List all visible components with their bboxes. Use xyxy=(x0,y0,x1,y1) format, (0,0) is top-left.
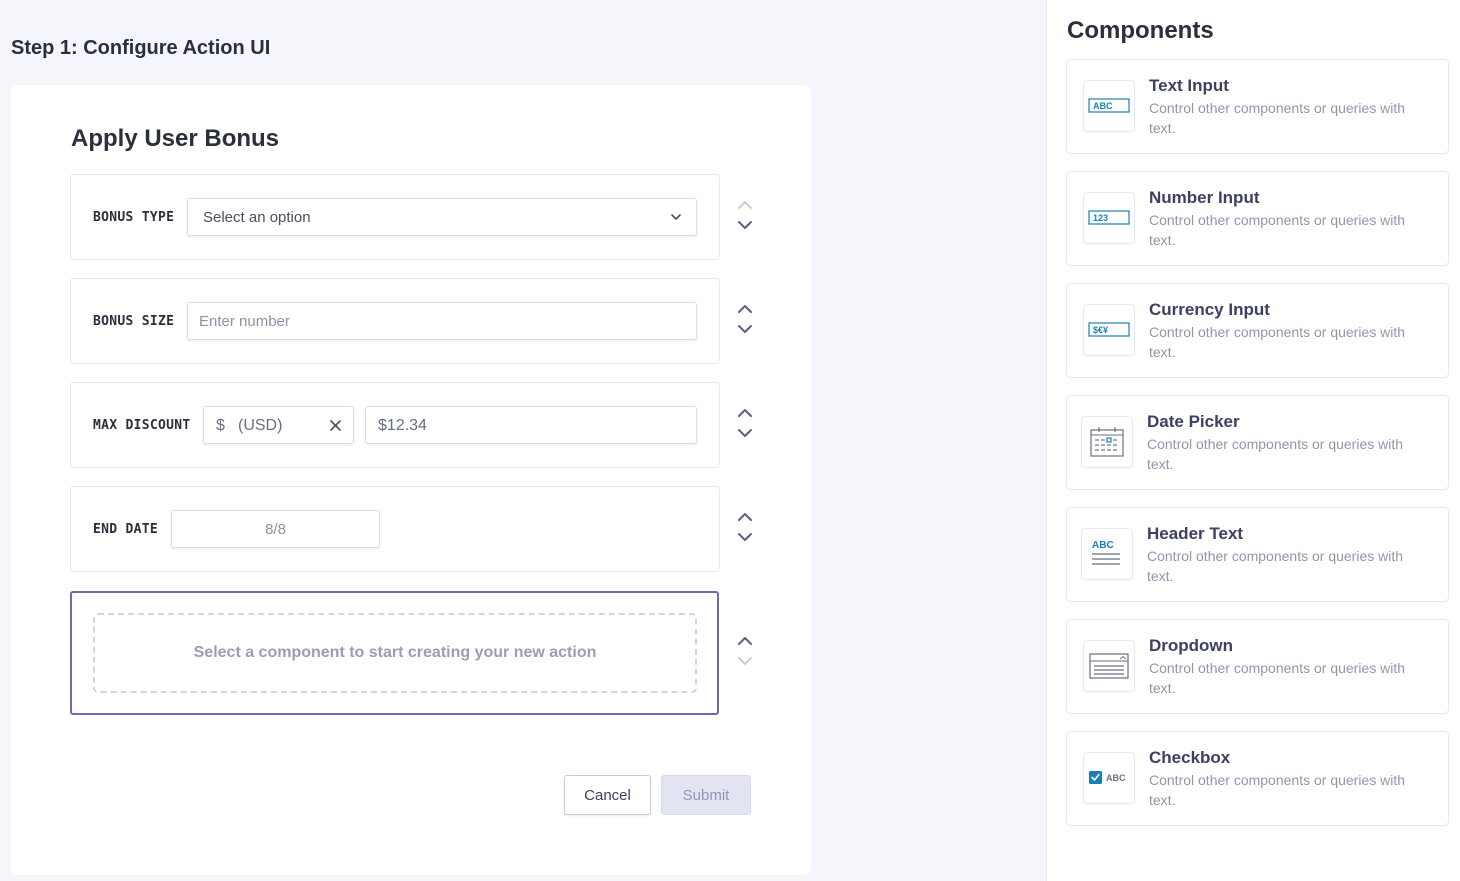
header-text-icon: ABC xyxy=(1081,528,1133,580)
main-panel: Step 1: Configure Action UI Apply User B… xyxy=(0,0,1046,881)
svg-text:ABC: ABC xyxy=(1092,540,1114,551)
svg-text:ABC: ABC xyxy=(1106,773,1126,783)
component-name: Number Input xyxy=(1149,188,1260,207)
drop-zone-dashed-area[interactable]: Select a component to start creating you… xyxy=(93,613,697,693)
drop-zone-hint: Select a component to start creating you… xyxy=(193,644,597,661)
component-text-input[interactable]: ABC Text Input Control other components … xyxy=(1066,59,1449,154)
component-dropdown[interactable]: Dropdown Control other components or que… xyxy=(1066,619,1449,714)
svg-text:$€¥: $€¥ xyxy=(1093,325,1108,335)
bonus-size-placeholder: Enter number xyxy=(199,313,290,330)
end-date-label: END DATE xyxy=(93,522,159,537)
chevron-up-icon[interactable] xyxy=(736,303,754,315)
end-date-value: 8/8 xyxy=(265,521,286,538)
bonus-type-label: BONUS TYPE xyxy=(93,210,175,225)
number-input-icon: 123 xyxy=(1083,192,1135,244)
component-name: Text Input xyxy=(1149,76,1229,95)
form-row-bonus-size[interactable]: BONUS SIZE Enter number xyxy=(70,278,720,364)
bonus-type-placeholder: Select an option xyxy=(203,209,311,226)
bonus-type-select[interactable]: Select an option xyxy=(187,198,697,236)
components-sidebar: Components ABC Text Input Control other … xyxy=(1046,0,1460,881)
chevron-down-icon[interactable] xyxy=(736,655,754,667)
submit-button[interactable]: Submit xyxy=(661,775,751,815)
row-reorder-end-date xyxy=(736,511,754,555)
component-description: Control other components or queries with… xyxy=(1149,772,1406,808)
close-icon[interactable] xyxy=(330,420,341,431)
form-row-end-date[interactable]: END DATE 8/8 xyxy=(70,486,720,572)
chevron-up-icon[interactable] xyxy=(736,511,754,523)
chevron-down-icon xyxy=(671,214,681,220)
chevron-down-icon[interactable] xyxy=(736,323,754,335)
chevron-down-icon[interactable] xyxy=(736,219,754,231)
currency-input-icon: $€¥ xyxy=(1083,304,1135,356)
svg-text:ABC: ABC xyxy=(1093,101,1113,111)
new-component-drop-zone[interactable]: Select a component to start creating you… xyxy=(70,591,719,715)
component-description: Control other components or queries with… xyxy=(1149,324,1406,360)
component-checkbox[interactable]: ABC Checkbox Control other components or… xyxy=(1066,731,1449,826)
component-name: Header Text xyxy=(1147,524,1244,543)
sidebar-title: Components xyxy=(1067,17,1214,44)
step-title: Step 1: Configure Action UI xyxy=(11,37,271,59)
form-row-bonus-type[interactable]: BONUS TYPE Select an option xyxy=(70,174,720,260)
component-name: Currency Input xyxy=(1149,300,1270,319)
component-description: Control other components or queries with… xyxy=(1149,100,1406,136)
text-input-icon: ABC xyxy=(1083,80,1135,132)
component-description: Control other components or queries with… xyxy=(1147,436,1404,472)
row-reorder-bonus-size xyxy=(736,303,754,347)
bonus-size-label: BONUS SIZE xyxy=(93,314,175,329)
svg-text:123: 123 xyxy=(1093,213,1108,223)
dropdown-icon xyxy=(1083,640,1135,692)
chevron-down-icon[interactable] xyxy=(736,531,754,543)
component-name: Checkbox xyxy=(1149,748,1231,767)
component-description: Control other components or queries with… xyxy=(1149,212,1406,248)
chevron-up-icon[interactable] xyxy=(736,199,754,211)
calendar-icon xyxy=(1081,416,1133,468)
row-reorder-drop-zone xyxy=(736,635,754,679)
component-header-text[interactable]: ABC Header Text Control other components… xyxy=(1066,507,1449,602)
component-description: Control other components or queries with… xyxy=(1147,548,1404,584)
checkbox-icon: ABC xyxy=(1083,752,1135,804)
max-discount-label: MAX DISCOUNT xyxy=(93,418,191,433)
component-currency-input[interactable]: $€¥ Currency Input Control other compone… xyxy=(1066,283,1449,378)
component-name: Dropdown xyxy=(1149,636,1234,655)
action-form-card: Apply User Bonus BONUS TYPE Select an op… xyxy=(11,85,811,875)
row-reorder-max-discount xyxy=(736,407,754,451)
bonus-size-input[interactable]: Enter number xyxy=(187,302,697,340)
currency-code: (USD) xyxy=(238,417,283,434)
component-number-input[interactable]: 123 Number Input Control other component… xyxy=(1066,171,1449,266)
chevron-up-icon[interactable] xyxy=(736,407,754,419)
form-row-max-discount[interactable]: MAX DISCOUNT $ (USD) $12.34 xyxy=(70,382,720,468)
cancel-button[interactable]: Cancel xyxy=(564,775,651,815)
component-date-picker[interactable]: Date Picker Control other components or … xyxy=(1066,395,1449,490)
currency-select[interactable]: $ (USD) xyxy=(203,406,354,444)
chevron-down-icon[interactable] xyxy=(736,427,754,439)
amount-value: $12.34 xyxy=(378,417,427,434)
end-date-input[interactable]: 8/8 xyxy=(171,510,380,548)
chevron-up-icon[interactable] xyxy=(736,635,754,647)
component-name: Date Picker xyxy=(1147,412,1240,431)
form-title: Apply User Bonus xyxy=(71,125,280,152)
amount-input[interactable]: $12.34 xyxy=(365,406,697,444)
component-description: Control other components or queries with… xyxy=(1149,660,1406,696)
currency-symbol: $ xyxy=(216,417,225,434)
row-reorder-bonus-type xyxy=(736,199,754,243)
